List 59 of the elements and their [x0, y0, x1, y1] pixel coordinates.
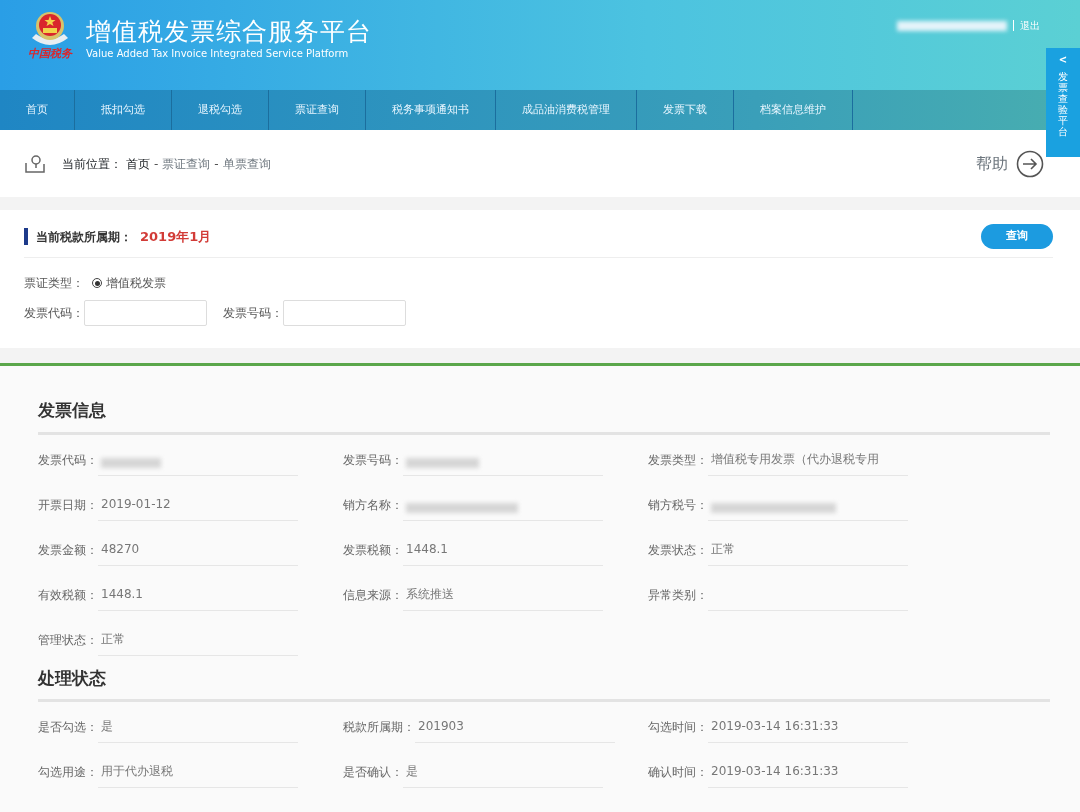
- field-label: 发票号码：: [343, 451, 403, 469]
- field-label: 确认时间：: [648, 764, 708, 781]
- period-value: 2019年1月: [140, 227, 212, 246]
- field-value: 2019-03-14 16:31:33: [708, 712, 908, 743]
- breadcrumb-label: 当前位置：: [62, 155, 122, 173]
- logout-link[interactable]: 退出: [1020, 18, 1040, 33]
- radio-option[interactable]: 增值税发票: [92, 274, 166, 292]
- field-label: 税款所属期：: [343, 719, 415, 736]
- side-tab[interactable]: < 发票查验平台: [1046, 48, 1080, 157]
- field-label: 发票代码：: [38, 451, 98, 469]
- field-value: 48270: [98, 534, 298, 566]
- field-label: 发票状态：: [648, 541, 708, 559]
- site-title: 增值税发票综合服务平台: [86, 16, 372, 48]
- field-value: 201903: [415, 712, 615, 743]
- breadcrumb-separator: -: [214, 155, 219, 173]
- search-button[interactable]: 查询: [981, 224, 1053, 249]
- field-label: 发票金额：: [38, 541, 98, 559]
- input-field[interactable]: [84, 300, 207, 326]
- field-value: 系统推送: [403, 579, 603, 611]
- field-label: 发票号码：: [223, 305, 283, 322]
- section-title: 发票信息: [38, 398, 1050, 435]
- field-value: 用于代办退税: [98, 757, 298, 788]
- field-label: 异常类别：: [648, 586, 708, 604]
- field-value: 是: [98, 712, 298, 743]
- input-field[interactable]: [283, 300, 406, 326]
- field-label: 信息来源：: [343, 586, 403, 604]
- field-label: 票证类型：: [24, 275, 84, 292]
- field-label: 发票类型：: [648, 451, 708, 469]
- field-label: 发票税额：: [343, 541, 403, 559]
- field-value: 1448.1: [98, 579, 298, 611]
- field-value: 增值税专用发票（代办退税专用: [708, 444, 908, 476]
- logo-text: 中国税务: [28, 48, 72, 59]
- field-label: 是否确认：: [343, 764, 403, 781]
- field-label: 有效税额：: [38, 586, 98, 604]
- field-label: 销方名称：: [343, 496, 403, 514]
- breadcrumb-link[interactable]: 票证查询: [162, 154, 211, 173]
- field-value: 是: [403, 757, 603, 788]
- field-value: 2019-03-14 16:31:33: [708, 757, 908, 788]
- field-value: 正常: [98, 624, 298, 656]
- accent-bar: [24, 228, 28, 245]
- location-icon: [24, 153, 46, 174]
- help-link[interactable]: 帮助: [976, 151, 1008, 176]
- arrow-right-icon[interactable]: [1016, 149, 1044, 178]
- field-label: 销方税号：: [648, 496, 708, 514]
- breadcrumb-link[interactable]: 首页: [126, 154, 150, 173]
- field-label: 管理状态：: [38, 631, 98, 649]
- field-value: 2019-01-12: [98, 489, 298, 521]
- site-subtitle: Value Added Tax Invoice Integrated Service Platform: [86, 48, 350, 60]
- field-label: 是否勾选：: [38, 719, 98, 736]
- field-label: 勾选用途：: [38, 764, 98, 781]
- field-value: 1448.1: [403, 534, 603, 566]
- section-title: 处理状态: [38, 665, 1050, 702]
- field-label: 开票日期：: [38, 496, 98, 514]
- period-label: 当前税款所属期：: [36, 228, 132, 246]
- field-label: 勾选时间：: [648, 719, 708, 736]
- field-label: 发票代码：: [24, 305, 84, 322]
- breadcrumb-separator: -: [154, 155, 159, 173]
- field-value: 正常: [708, 534, 908, 566]
- breadcrumb-link[interactable]: 单票查询: [222, 154, 271, 173]
